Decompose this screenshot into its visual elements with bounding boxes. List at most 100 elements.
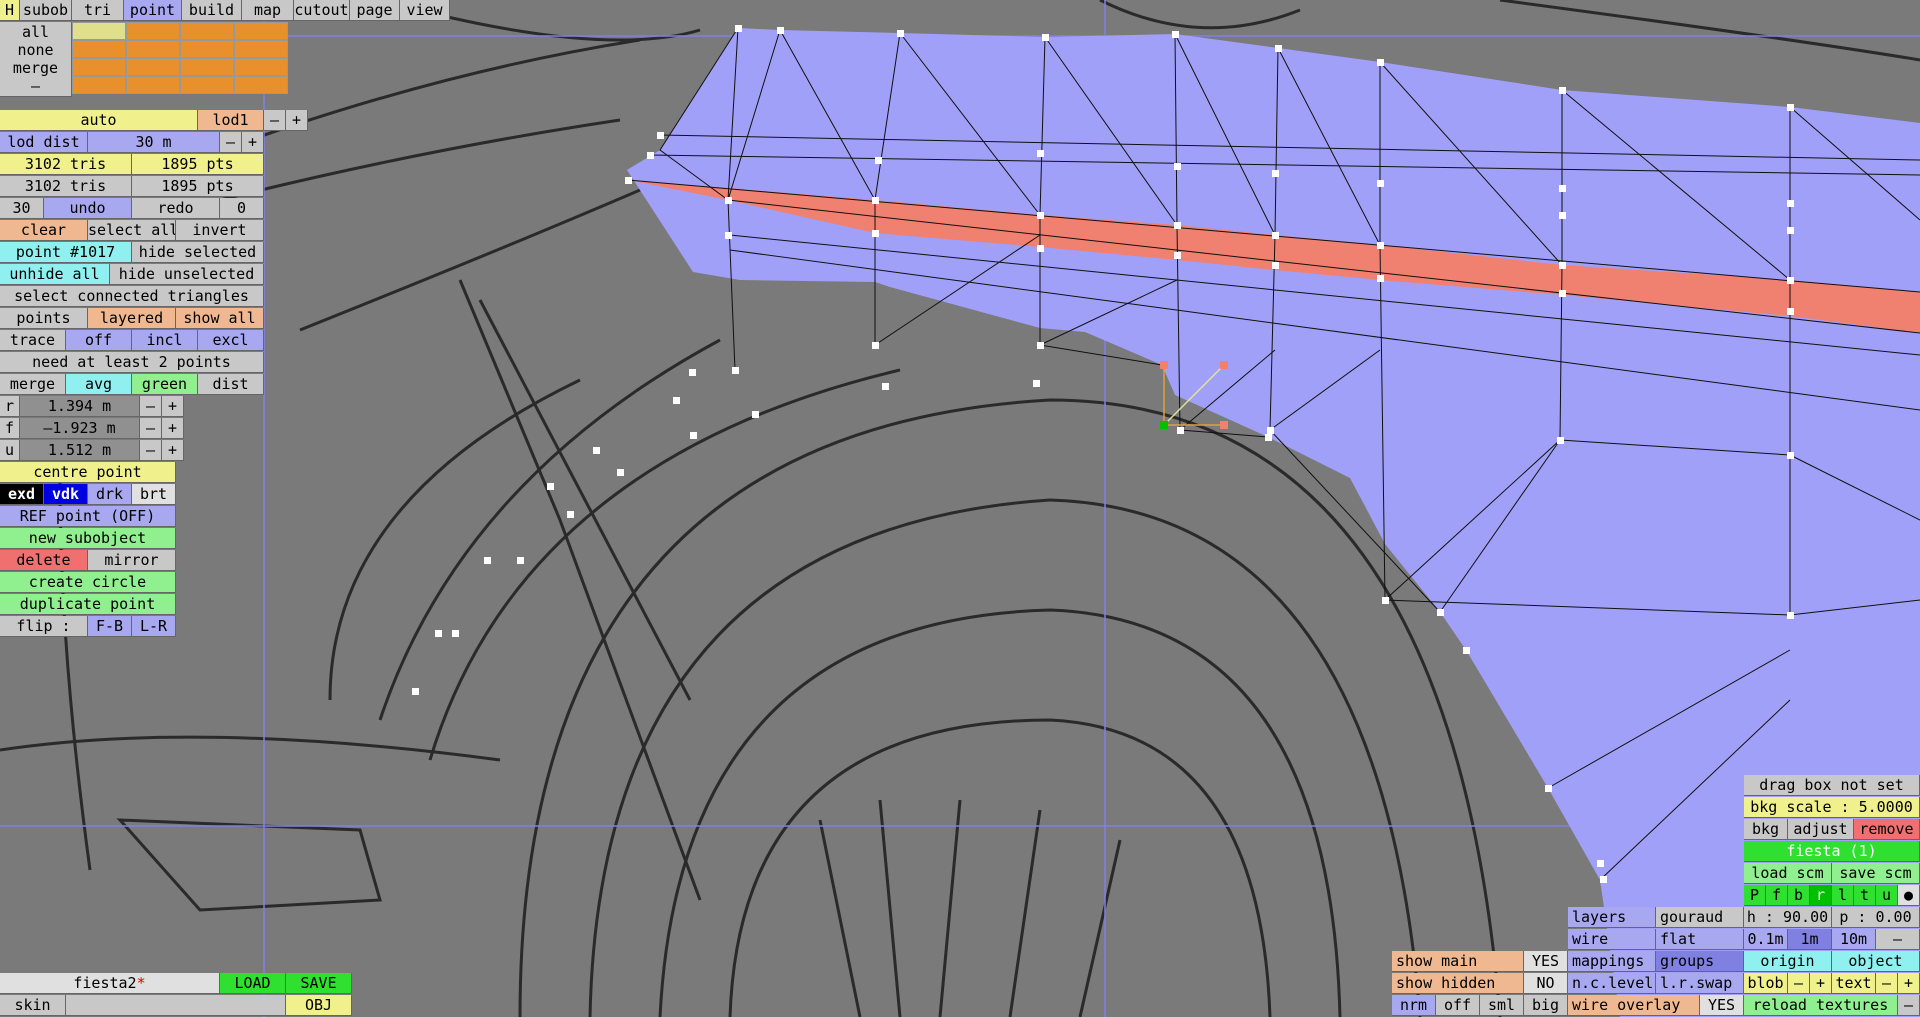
step-0-1m-button[interactable]: 0.1m [1744, 929, 1788, 950]
gouraud-button[interactable]: gouraud [1656, 907, 1744, 928]
view-right-button[interactable]: r [1810, 885, 1832, 906]
grid-cell[interactable] [234, 58, 288, 76]
groups-button[interactable]: groups [1656, 951, 1744, 972]
adjust-button[interactable]: adjust [1788, 819, 1854, 840]
lod-plus-button[interactable]: + [286, 110, 308, 131]
origin-button[interactable]: origin [1744, 951, 1832, 972]
exd-button[interactable]: exd [0, 484, 44, 505]
size-sml-button[interactable]: sml [1480, 995, 1524, 1016]
grid-cell[interactable] [180, 22, 234, 40]
remove-button[interactable]: remove [1854, 819, 1920, 840]
reload-minus-button[interactable]: – [1898, 995, 1920, 1016]
axis-r-minus[interactable]: – [140, 396, 162, 417]
grid-cell[interactable] [72, 76, 126, 94]
model-name[interactable]: fiesta (1) [1744, 841, 1920, 862]
grid-cell[interactable] [72, 58, 126, 76]
load-button[interactable]: LOAD [220, 973, 286, 994]
obj-button[interactable]: OBJ [286, 995, 352, 1016]
duplicate-point-button[interactable]: duplicate point [0, 594, 176, 615]
clear-button[interactable]: clear [0, 220, 88, 241]
flat-button[interactable]: flat [1656, 929, 1744, 950]
tab-point[interactable]: point [124, 0, 182, 21]
save-button[interactable]: SAVE [286, 973, 352, 994]
layered-button[interactable]: layered [88, 308, 176, 329]
centre-point-button[interactable]: centre point [0, 462, 176, 483]
bkg-button[interactable]: bkg [1744, 819, 1788, 840]
pitch-value[interactable]: p : 0.00 [1832, 907, 1920, 928]
grid-cell[interactable] [180, 58, 234, 76]
lod-dist-plus[interactable]: + [242, 132, 264, 153]
mirror-button[interactable]: mirror [88, 550, 176, 571]
layers-button[interactable]: layers [1568, 907, 1656, 928]
show-hidden-label[interactable]: show hidden [1392, 973, 1524, 994]
view-top-button[interactable]: t [1854, 885, 1876, 906]
trace-off-button[interactable]: off [66, 330, 132, 351]
lod-dist-value[interactable]: 30 m [88, 132, 220, 153]
grid-cell[interactable] [126, 40, 180, 58]
show-hidden-value[interactable]: NO [1524, 973, 1568, 994]
ref-point-button[interactable]: REF point (OFF) [0, 506, 176, 527]
points-button[interactable]: points [0, 308, 88, 329]
grid-cell[interactable] [126, 76, 180, 94]
tab-page[interactable]: page [350, 0, 400, 21]
grid-cell[interactable] [126, 58, 180, 76]
axis-f-plus[interactable]: + [162, 418, 184, 439]
lod-dist-minus[interactable]: – [220, 132, 242, 153]
text-minus-button[interactable]: – [1876, 973, 1898, 994]
flip-lr-button[interactable]: L-R [132, 616, 176, 637]
hide-selected-button[interactable]: hide selected [132, 242, 264, 263]
tab-build[interactable]: build [182, 0, 242, 21]
axis-u-minus[interactable]: – [140, 440, 162, 461]
tab-view[interactable]: view [400, 0, 450, 21]
trace-excl-button[interactable]: excl [198, 330, 264, 351]
text-button[interactable]: text [1832, 973, 1876, 994]
vdk-button[interactable]: vdk [44, 484, 88, 505]
view-under-button[interactable]: u [1876, 885, 1898, 906]
lod-level-button[interactable]: lod1 [198, 110, 264, 131]
show-main-label[interactable]: show main [1392, 951, 1524, 972]
view-perspective-button[interactable]: P [1744, 885, 1766, 906]
hide-unselected-button[interactable]: hide unselected [110, 264, 264, 285]
tab-map[interactable]: map [242, 0, 294, 21]
unhide-all-button[interactable]: unhide all [0, 264, 110, 285]
tab-subob[interactable]: subob [20, 0, 72, 21]
select-connected-button[interactable]: select connected triangles [0, 286, 264, 307]
wire-button[interactable]: wire [1568, 929, 1656, 950]
lod-minus-button[interactable]: – [264, 110, 286, 131]
lr-swap-button[interactable]: l.r.swap [1656, 973, 1744, 994]
mappings-button[interactable]: mappings [1568, 951, 1656, 972]
select-all-button[interactable]: select all [88, 220, 176, 241]
axis-r-value[interactable]: 1.394 m [20, 396, 140, 417]
text-plus-button[interactable]: + [1898, 973, 1920, 994]
merge-button[interactable]: merge [0, 374, 66, 395]
view-dot-icon[interactable]: ● [1898, 885, 1920, 906]
delete-button[interactable]: delete [0, 550, 88, 571]
object-button[interactable]: object [1832, 951, 1920, 972]
view-left-button[interactable]: l [1832, 885, 1854, 906]
axis-r-plus[interactable]: + [162, 396, 184, 417]
merge-green-button[interactable]: green [132, 374, 198, 395]
size-nrm-button[interactable]: nrm [1392, 995, 1436, 1016]
step-10m-button[interactable]: 10m [1832, 929, 1876, 950]
merge-dist-button[interactable]: dist [198, 374, 264, 395]
brt-button[interactable]: brt [132, 484, 176, 505]
reload-textures-button[interactable]: reload textures [1744, 995, 1898, 1016]
grid-cell[interactable] [180, 76, 234, 94]
create-circle-button[interactable]: create circle [0, 572, 176, 593]
bkg-scale-field[interactable]: bkg scale : 5.0000 [1744, 797, 1920, 818]
blob-button[interactable]: blob [1744, 973, 1788, 994]
merge-avg-button[interactable]: avg [66, 374, 132, 395]
selection-color-grid[interactable] [72, 22, 288, 94]
size-big-button[interactable]: big [1524, 995, 1568, 1016]
trace-incl-button[interactable]: incl [132, 330, 198, 351]
size-off-button[interactable]: off [1436, 995, 1480, 1016]
step-1m-button[interactable]: 1m [1788, 929, 1832, 950]
heading-value[interactable]: h : 90.00 [1744, 907, 1832, 928]
grid-cell[interactable] [234, 22, 288, 40]
grid-cell[interactable] [180, 40, 234, 58]
drk-button[interactable]: drk [88, 484, 132, 505]
lod-auto-button[interactable]: auto [0, 110, 198, 131]
undo-button[interactable]: undo [44, 198, 132, 219]
h-button[interactable]: H [0, 0, 20, 21]
skin-button[interactable]: skin [0, 995, 66, 1016]
